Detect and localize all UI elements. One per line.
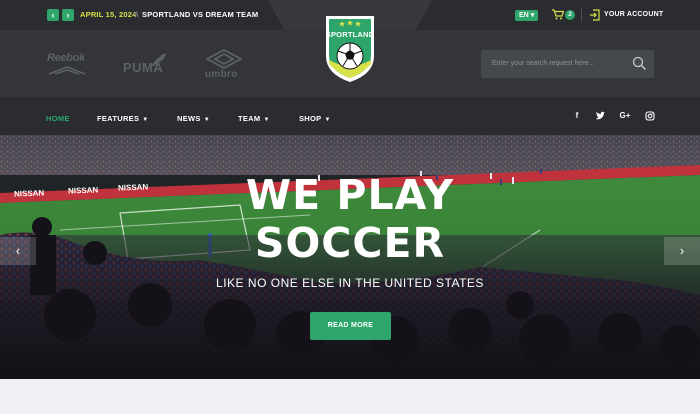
search-input[interactable]: Enter your search request here... [481,50,654,78]
hero-title-line-1: WE PLAY [245,171,455,219]
search-placeholder: Enter your search request here... [492,60,595,67]
twitter-icon[interactable] [595,111,605,121]
nav-label: FEATURES [97,114,140,123]
chevron-down-icon: ▼ [142,117,149,123]
hero-title-line-2: SOCCER [254,219,446,267]
nav-label: NEWS [177,114,201,123]
chevron-down-icon: ▼ [324,117,331,123]
reebok-logo-icon [48,66,86,75]
date-separator: \\ [134,10,139,19]
chevron-left-icon[interactable]: ‹ [47,9,59,21]
puma-cat-icon [151,53,167,67]
search-icon[interactable] [632,56,647,71]
nav-label: SHOP [299,114,322,123]
nav-item-team[interactable]: TEAM ▼ [238,114,270,123]
match-title[interactable]: SPORTLAND VS DREAM TEAM [142,10,258,19]
slider-prev-button[interactable]: ‹ [0,237,36,265]
sportland-logo[interactable] [322,12,378,84]
logo-text: SPORTLAND [325,30,375,39]
read-more-button[interactable]: READ MORE [310,312,391,340]
sponsor-umbro[interactable]: umbro [205,69,238,80]
facebook-icon[interactable]: f [572,111,582,121]
umbro-diamond-icon [205,49,243,69]
cart-count-badge: 2 [565,10,575,20]
language-selector[interactable]: EN ▾ [515,10,539,21]
nav-item-features[interactable]: FEATURES ▼ [97,114,149,123]
chevron-right-icon: › [679,243,685,258]
nav-item-shop[interactable]: SHOP ▼ [299,114,331,123]
chevron-down-icon: ▾ [530,12,535,19]
hero-subtitle: LIKE NO ONE ELSE IN THE UNITED STATES [216,276,484,290]
divider [581,8,582,22]
instagram-icon[interactable] [645,111,655,121]
nav-label: HOME [46,114,70,123]
chevron-down-icon: ▼ [203,117,210,123]
account-link[interactable]: YOUR ACCOUNT [604,11,663,18]
nav-item-news[interactable]: NEWS ▼ [177,114,210,123]
sign-in-icon[interactable] [589,9,600,21]
chevron-down-icon: ▼ [263,117,270,123]
google-plus-icon[interactable]: G+ [618,111,632,121]
match-date: APRIL 15, 2024 [80,10,137,19]
slider-next-button[interactable]: › [664,237,700,265]
nav-item-home[interactable]: HOME [46,114,70,123]
language-label: EN [519,12,529,19]
chevron-right-icon[interactable]: › [62,9,74,21]
nav-label: TEAM [238,114,261,123]
chevron-left-icon: ‹ [15,243,21,258]
cart-icon[interactable] [551,8,564,21]
sponsor-reebok[interactable]: Reebok [47,52,85,64]
